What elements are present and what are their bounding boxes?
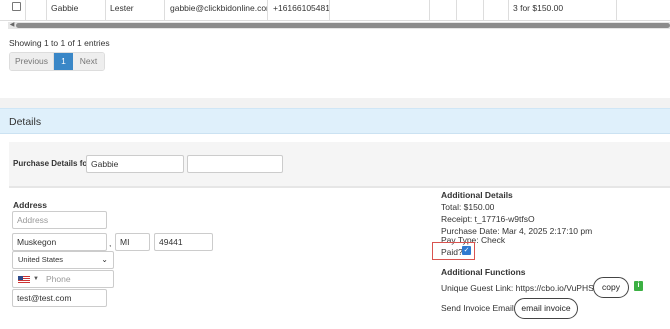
country-select[interactable]: United States ⌄ xyxy=(12,251,114,269)
info-icon[interactable]: i xyxy=(634,281,643,291)
horizontal-scrollbar[interactable]: ◀ xyxy=(8,22,670,29)
entries-table-card: Gabbie Lester gabbie@clickbidonline.com … xyxy=(0,0,670,98)
total-text: Total: $150.00 xyxy=(441,202,495,212)
table-row: Gabbie Lester gabbie@clickbidonline.com … xyxy=(0,0,670,21)
email-invoice-button[interactable]: email invoice xyxy=(514,298,578,319)
details-title: Details xyxy=(9,116,42,128)
table-cell xyxy=(330,0,430,21)
city-input[interactable]: Muskegon xyxy=(12,233,107,251)
paid-label: Paid? xyxy=(441,247,463,257)
row-checkbox[interactable] xyxy=(12,2,21,11)
send-invoice-label: Send Invoice Email xyxy=(441,303,514,313)
paid-checkbox[interactable]: ✓ xyxy=(462,246,471,255)
previous-page-button[interactable]: Previous xyxy=(10,53,54,70)
phone-placeholder: Phone xyxy=(46,274,71,284)
us-flag-icon[interactable] xyxy=(18,276,30,284)
scrollbar-thumb[interactable] xyxy=(16,23,670,28)
state-input[interactable]: MI xyxy=(115,233,150,251)
last-name-cell: Lester xyxy=(106,0,165,21)
phone-input[interactable]: ▼ Phone xyxy=(12,270,114,288)
table-cell xyxy=(484,0,509,21)
address-input[interactable]: Address xyxy=(12,211,107,229)
copy-button[interactable]: copy xyxy=(593,277,629,298)
table-cell xyxy=(430,0,457,21)
first-name-cell: Gabbie xyxy=(47,0,106,21)
receipt-text: Receipt: t_17716-w9tfsO xyxy=(441,214,535,224)
chevron-down-icon: ⌄ xyxy=(101,255,108,264)
phone-cell: +16166105481 xyxy=(268,0,330,21)
additional-functions-label: Additional Functions xyxy=(441,267,526,277)
address-label: Address xyxy=(13,200,48,210)
table-cell xyxy=(457,0,484,21)
caret-down-icon[interactable]: ▼ xyxy=(33,271,39,287)
city-state-separator: , xyxy=(109,238,112,248)
entries-info: Showing 1 to 1 of 1 entries xyxy=(9,38,110,48)
email-cell: gabbie@clickbidonline.com xyxy=(165,0,268,21)
zip-input[interactable]: 49441 xyxy=(154,233,213,251)
country-value: United States xyxy=(18,255,64,264)
purchase-details-bar: Purchase Details for: Gabbie xyxy=(9,142,670,187)
edit-cell xyxy=(26,0,47,21)
row-select-cell xyxy=(0,0,26,21)
purchase-details-label: Purchase Details for: xyxy=(13,159,94,168)
next-page-button[interactable]: Next xyxy=(73,53,104,70)
details-header: Details xyxy=(0,109,670,134)
additional-details-label: Additional Details xyxy=(441,190,513,200)
email-input[interactable]: test@test.com xyxy=(12,289,107,307)
items-cell: 3 for $150.00 xyxy=(509,0,617,21)
purchase-name-input[interactable]: Gabbie xyxy=(86,155,184,173)
purchase-secondary-input[interactable] xyxy=(187,155,283,173)
table-cell xyxy=(617,0,670,21)
pagination: Previous 1 Next xyxy=(9,52,105,71)
scroll-left-icon[interactable]: ◀ xyxy=(8,22,16,29)
divider xyxy=(9,187,670,188)
guest-link-text: Unique Guest Link: https://cbo.io/VuPHSb xyxy=(441,283,599,293)
page-1-button[interactable]: 1 xyxy=(54,53,73,70)
